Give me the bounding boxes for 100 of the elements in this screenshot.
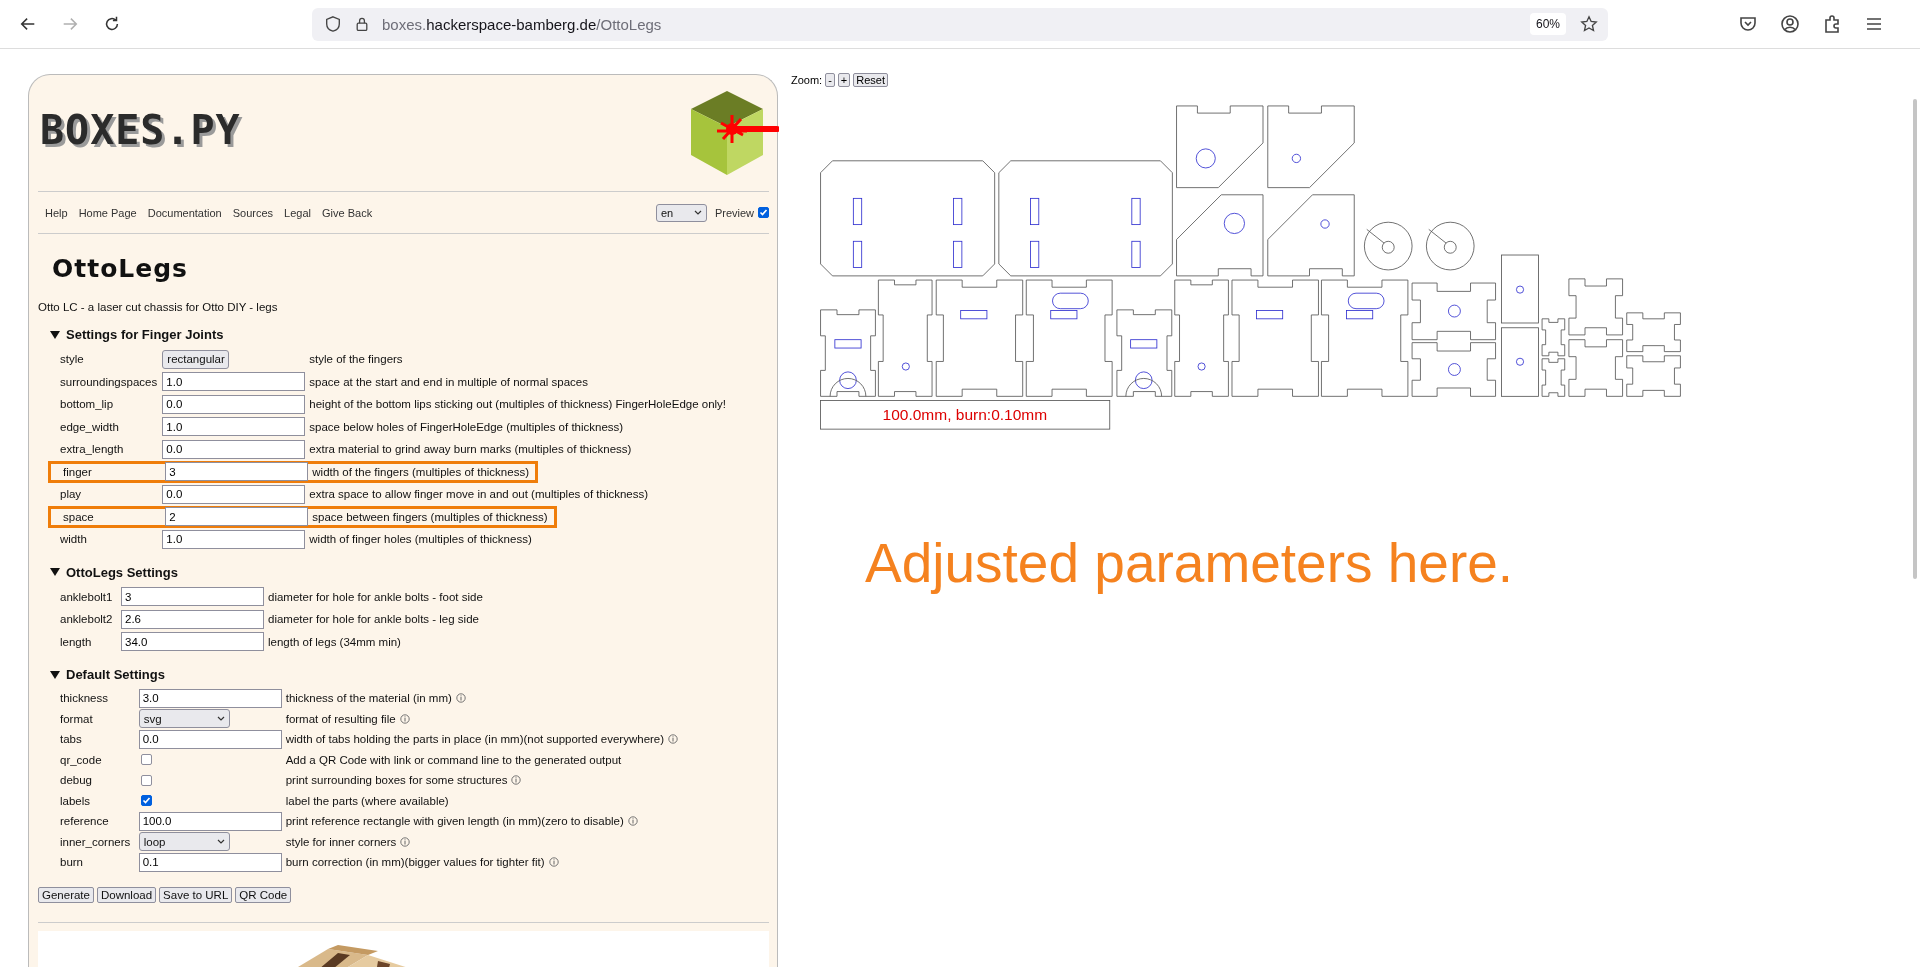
nav-link[interactable]: Home Page bbox=[78, 206, 137, 219]
setting-label: qr_code bbox=[60, 753, 103, 766]
setting-description: label the parts (where available) bbox=[285, 794, 449, 807]
caret-icon[interactable] bbox=[216, 716, 225, 722]
input-field[interactable]: 2 bbox=[165, 507, 309, 527]
setting-description: width of finger holes (multiples of thickness) bbox=[309, 533, 532, 546]
reload-icon[interactable] bbox=[103, 15, 121, 33]
section-heading[interactable]: OttoLegs Settings bbox=[66, 564, 178, 580]
setting-label: inner_corners bbox=[60, 835, 132, 848]
reference-label: 100.0mm, burn:0.10mm bbox=[882, 405, 1048, 423]
scrollbar[interactable] bbox=[1913, 99, 1917, 579]
back-arrow-icon[interactable] bbox=[19, 15, 37, 33]
setting-label: edge_width bbox=[60, 420, 120, 433]
expand-triangle-icon[interactable] bbox=[50, 567, 60, 577]
setting-description: space at the start and end in multiple of normal spaces bbox=[309, 375, 588, 388]
input-field[interactable]: 0.0 bbox=[162, 394, 306, 414]
setting-description: space between fingers (multiples of thickness) bbox=[312, 510, 548, 523]
expand-triangle-icon[interactable] bbox=[50, 329, 60, 340]
setting-description: thickness of the material (in mm) bbox=[285, 692, 452, 705]
setting-description: format of resulting file bbox=[285, 712, 396, 725]
input-field[interactable]: 0.0 bbox=[138, 729, 282, 749]
caret-icon[interactable] bbox=[693, 210, 702, 215]
setting-label: play bbox=[60, 488, 83, 501]
nav-link[interactable]: Legal bbox=[284, 206, 311, 219]
star-icon[interactable] bbox=[1580, 15, 1598, 33]
url-text[interactable]: boxes.hackerspace-bamberg.de/OttoLegs bbox=[382, 15, 662, 33]
input-field[interactable]: 3 bbox=[121, 587, 264, 607]
nav-link[interactable]: Documentation bbox=[147, 206, 222, 219]
generator-description: Otto LC - a laser cut chassis for Otto DIY - legs bbox=[38, 301, 279, 313]
zoom-level-badge[interactable]: 60% bbox=[1529, 13, 1566, 35]
input-field[interactable]: 1.0 bbox=[162, 372, 306, 392]
nav-link[interactable]: Help bbox=[45, 206, 68, 219]
address-bar[interactable]: boxes.hackerspace-bamberg.de/OttoLegs 60% bbox=[312, 7, 1608, 41]
expand-triangle-icon[interactable] bbox=[50, 669, 60, 680]
input-field[interactable]: 3 bbox=[165, 462, 309, 482]
setting-description: print surrounding boxes for some structures bbox=[285, 774, 508, 787]
form-button[interactable]: Download bbox=[96, 886, 157, 903]
zoom-button[interactable]: Reset bbox=[853, 73, 889, 87]
checkbox[interactable] bbox=[140, 795, 152, 807]
nav-link[interactable]: Give Back bbox=[322, 206, 373, 219]
setting-description: width of the fingers (multiples of thickness) bbox=[312, 465, 529, 478]
pocket-icon[interactable] bbox=[1738, 14, 1758, 34]
setting-label: debug bbox=[60, 774, 93, 787]
input-field[interactable]: 1.0 bbox=[162, 529, 306, 549]
setting-label: space bbox=[63, 510, 95, 523]
account-icon[interactable] bbox=[1780, 14, 1800, 34]
zoom-button[interactable]: + bbox=[837, 73, 851, 87]
setting-description: style for inner corners bbox=[285, 835, 397, 848]
dropdown[interactable]: svg bbox=[138, 709, 230, 729]
zoom-label: Zoom: bbox=[791, 74, 823, 86]
input-field[interactable]: 2.6 bbox=[121, 609, 264, 629]
input-field[interactable]: 0.1 bbox=[138, 852, 282, 872]
setting-label: bottom_lip bbox=[60, 398, 115, 411]
setting-description: burn correction (in mm)(bigger values for tighter fit) bbox=[285, 856, 545, 869]
form-button[interactable]: QR Code bbox=[235, 886, 292, 903]
input-field[interactable]: 3.0 bbox=[138, 688, 282, 708]
lock-icon[interactable] bbox=[354, 16, 370, 32]
puzzle-piece-icon[interactable] bbox=[1822, 14, 1842, 34]
setting-description: Add a QR Code with link or command line to the generated output bbox=[285, 753, 622, 766]
setting-label: length bbox=[60, 635, 93, 648]
shield-icon[interactable] bbox=[324, 15, 342, 33]
input-field[interactable]: 0.0 bbox=[162, 484, 306, 504]
setting-label: finger bbox=[63, 465, 93, 478]
form-button[interactable]: Generate bbox=[38, 886, 94, 903]
checkbox[interactable] bbox=[140, 774, 152, 786]
setting-label: tabs bbox=[60, 733, 83, 746]
nav-link[interactable]: Sources bbox=[232, 206, 274, 219]
setting-label: anklebolt1 bbox=[60, 590, 114, 603]
dropdown[interactable]: rectangular bbox=[162, 349, 230, 369]
setting-label: surroundingspaces bbox=[60, 375, 159, 388]
language-dropdown[interactable]: en bbox=[655, 203, 707, 222]
input-field[interactable]: 0.0 bbox=[162, 439, 306, 459]
caret-icon[interactable] bbox=[216, 839, 225, 845]
setting-description: print reference rectangle with given length (in mm)(zero to disable) bbox=[285, 815, 624, 828]
input-field[interactable]: 1.0 bbox=[162, 417, 306, 437]
setting-label: anklebolt2 bbox=[60, 613, 114, 626]
input-field[interactable]: 34.0 bbox=[121, 632, 264, 652]
setting-label: burn bbox=[60, 856, 85, 869]
setting-label: reference bbox=[60, 815, 110, 828]
setting-description: length of legs (34mm min) bbox=[268, 635, 401, 648]
section-heading[interactable]: Default Settings bbox=[66, 667, 165, 682]
preview-checkbox[interactable] bbox=[758, 207, 769, 218]
setting-description: diameter for hole for ankle bolts - foot side bbox=[268, 590, 483, 603]
setting-label: thickness bbox=[60, 692, 109, 705]
setting-label: format bbox=[60, 712, 94, 725]
setting-label: labels bbox=[60, 794, 92, 807]
checkbox[interactable] bbox=[140, 754, 152, 766]
form-button[interactable]: Save to URL bbox=[159, 886, 233, 903]
input-field[interactable]: 100.0 bbox=[138, 811, 282, 831]
setting-label: width bbox=[60, 533, 88, 546]
zoom-button[interactable]: - bbox=[825, 73, 835, 87]
setting-description: extra space to allow finger move in and out (multiples of thickness) bbox=[309, 488, 649, 501]
preview-label: Preview bbox=[714, 206, 754, 219]
setting-description: height of the bottom lips sticking out (multiples of thickness) FingerHoleEdge only! bbox=[309, 398, 727, 411]
setting-description: diameter for hole for ankle bolts - leg side bbox=[268, 613, 479, 626]
site-logo[interactable]: BOXES.PY bbox=[40, 107, 241, 153]
section-heading[interactable]: Settings for Finger Joints bbox=[66, 327, 224, 342]
setting-label: extra_length bbox=[60, 443, 125, 456]
setting-description: style of the fingers bbox=[309, 353, 403, 366]
dropdown[interactable]: loop bbox=[138, 832, 230, 852]
